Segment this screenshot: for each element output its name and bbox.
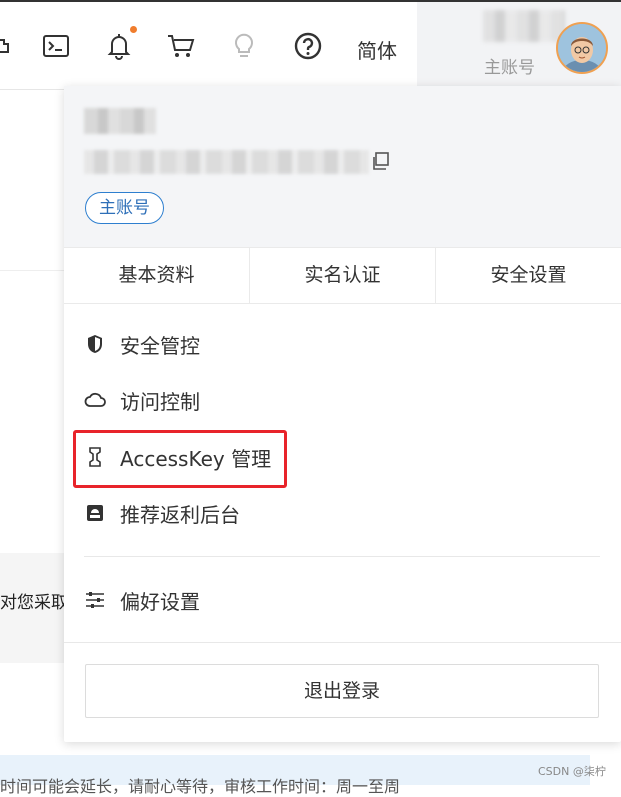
top-header: 简体 主账号 xyxy=(0,0,621,92)
menu-item-access-control[interactable]: 访问控制 xyxy=(84,383,200,417)
redacted-account-id xyxy=(84,150,369,174)
tab-security-settings[interactable]: 安全设置 xyxy=(435,248,621,303)
copy-icon[interactable] xyxy=(371,152,389,170)
terminal-icon[interactable] xyxy=(42,32,70,60)
menu-item-referral-backend[interactable]: 推荐返利后台 xyxy=(84,496,240,530)
menu-item-label: 推荐返利后台 xyxy=(120,502,240,527)
main-account-badge: 主账号 xyxy=(85,192,164,224)
notification-dot xyxy=(130,26,137,33)
background-divider xyxy=(0,270,64,271)
shield-icon xyxy=(84,333,106,355)
sliders-icon xyxy=(84,589,106,611)
menu-item-label: 访问控制 xyxy=(120,389,200,414)
account-dropdown: 主账号 基本资料 实名认证 安全设置 安全管控 访问控制 AccessKey 管… xyxy=(64,86,621,742)
highlight-box xyxy=(73,430,287,488)
menu-item-label: 安全管控 xyxy=(120,333,200,358)
footer-divider xyxy=(64,642,621,643)
language-switch[interactable]: 简体 xyxy=(357,35,397,64)
screen-icon xyxy=(84,502,106,524)
watermark: CSDN @柒柠 xyxy=(538,765,606,778)
background-notice-text: 时间可能会延长，请耐心等待，审核工作时间：周一至周 xyxy=(0,777,401,796)
menu-item-label: 偏好设置 xyxy=(120,589,200,614)
background-text: 对您采取 xyxy=(0,593,68,613)
tab-real-name[interactable]: 实名认证 xyxy=(249,248,435,303)
plugin-icon[interactable] xyxy=(0,32,18,60)
logout-button[interactable]: 退出登录 xyxy=(85,664,599,718)
account-menu-trigger[interactable]: 主账号 xyxy=(417,2,621,92)
bulb-icon[interactable] xyxy=(230,32,258,60)
cart-icon[interactable] xyxy=(167,32,195,60)
menu-item-security-control[interactable]: 安全管控 xyxy=(84,327,200,361)
avatar[interactable] xyxy=(556,22,608,74)
account-tabs: 基本资料 实名认证 安全设置 xyxy=(64,247,621,304)
cloud-icon xyxy=(84,389,106,411)
redacted-account-name xyxy=(84,108,156,134)
bell-icon[interactable] xyxy=(105,26,137,60)
menu-divider xyxy=(84,556,600,557)
account-info-header: 主账号 xyxy=(64,86,621,247)
redacted-username xyxy=(483,10,565,42)
tab-basic-info[interactable]: 基本资料 xyxy=(64,248,249,303)
account-type-label: 主账号 xyxy=(484,58,535,78)
background-panel xyxy=(0,90,64,550)
help-icon[interactable] xyxy=(294,32,322,60)
menu-item-preferences[interactable]: 偏好设置 xyxy=(84,583,200,617)
